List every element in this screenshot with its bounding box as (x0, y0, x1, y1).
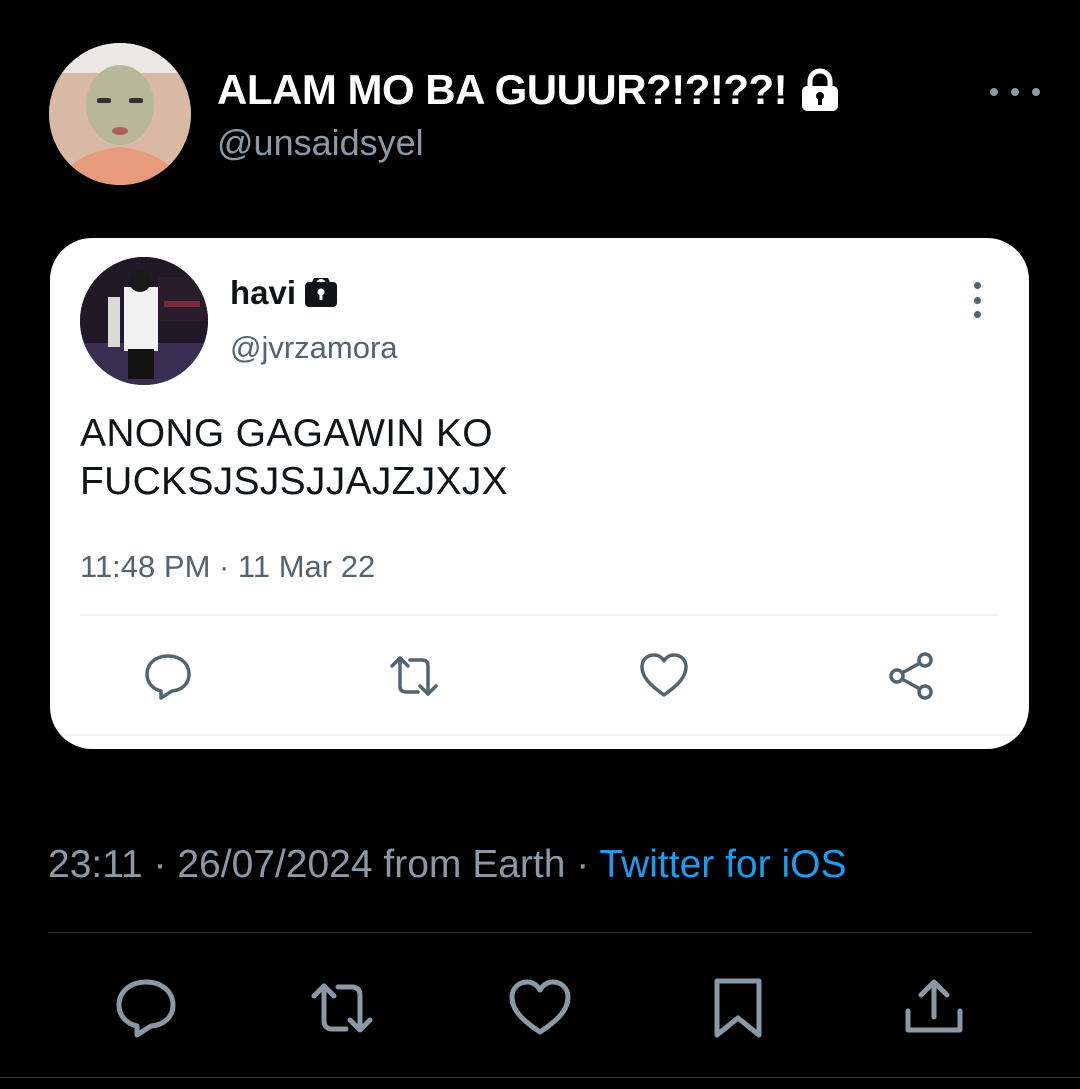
quoted-tweet-line: FUCKSJSJSJJAJZJXJX (80, 460, 508, 503)
bottom-divider (0, 1077, 1080, 1078)
share-icon[interactable] (902, 977, 966, 1039)
retweet-icon[interactable] (388, 650, 440, 702)
author-name-text: ALAM MO BA GUUUR?!?!??! (217, 66, 788, 113)
author-name[interactable]: ALAM MO BA GUUUR?!?!??! (217, 66, 839, 114)
lock-icon (304, 275, 338, 308)
tweet-source-link[interactable]: Twitter for iOS (599, 843, 846, 886)
quoted-author-handle[interactable]: @jvrzamora (230, 330, 398, 366)
meta-separator: · (565, 843, 600, 886)
author-handle[interactable]: @unsaidsyel (217, 122, 424, 164)
like-icon[interactable] (508, 977, 572, 1039)
actions-divider (48, 932, 1032, 933)
bookmark-icon[interactable] (706, 977, 770, 1039)
tweet-timestamp[interactable]: 23:11 · 26/07/2024 from Earth (48, 843, 565, 886)
quoted-tweet-text: ANONG GAGAWIN KO FUCKSJSJSJJAJZJXJX (80, 410, 508, 506)
retweet-icon[interactable] (310, 977, 374, 1039)
tweet-meta: 23:11 · 26/07/2024 from Earth · Twitter … (48, 843, 846, 887)
card-bottom-divider (50, 734, 1029, 736)
quoted-timestamp: 11:48 PM · 11 Mar 22 (80, 549, 376, 584)
quoted-author-avatar[interactable] (80, 257, 208, 385)
quoted-author-name-text: havi (230, 274, 297, 311)
reply-icon[interactable] (114, 977, 178, 1039)
quoted-tweet-line: ANONG GAGAWIN KO (80, 412, 493, 455)
card-divider (80, 614, 999, 616)
quoted-author-name[interactable]: havi (230, 274, 338, 312)
author-avatar[interactable] (49, 43, 191, 185)
reply-icon[interactable] (142, 650, 194, 702)
embedded-tweet-card[interactable]: havi @jvrzamora ANONG GAGAWIN KO FUCKSJS… (50, 238, 1029, 749)
lock-icon (801, 68, 839, 112)
card-more-options-icon[interactable] (970, 282, 984, 318)
more-options-icon[interactable] (990, 80, 1040, 104)
like-icon[interactable] (638, 650, 690, 702)
share-icon[interactable] (886, 650, 938, 702)
